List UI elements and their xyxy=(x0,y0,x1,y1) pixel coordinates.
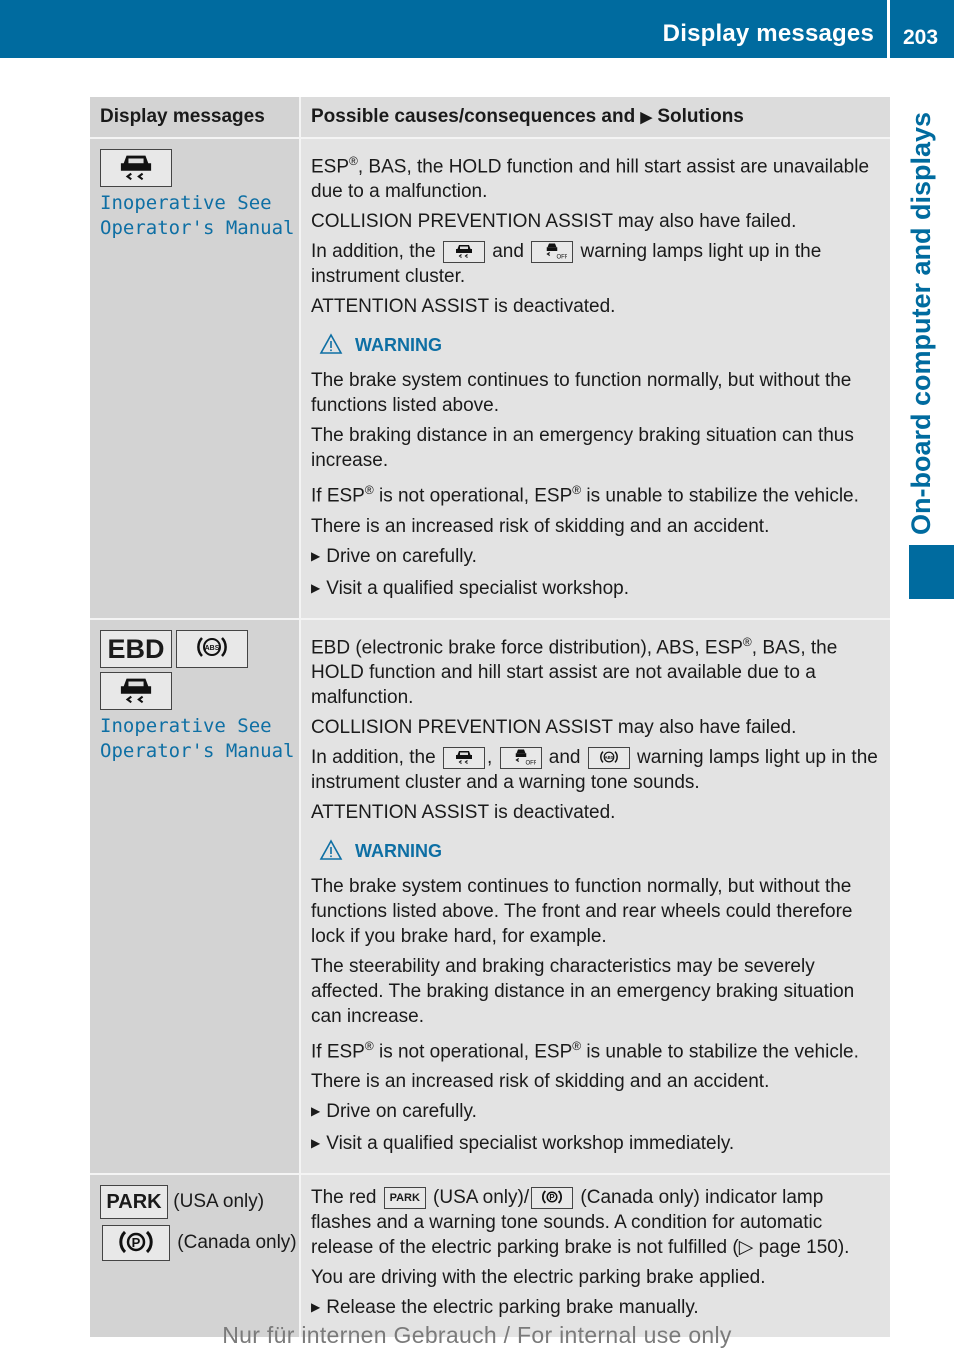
cause-text: The red PARK (USA only)/ (Canada only) i… xyxy=(311,1187,850,1259)
section-title: Display messages xyxy=(662,20,874,47)
table-row: EBD Inoperative See Operator's Manual EB… xyxy=(90,618,890,1176)
col-header-display-messages: Display messages xyxy=(90,97,300,139)
solution-step: Release the electric parking brake manua… xyxy=(311,1295,882,1322)
park-icon: PARK xyxy=(383,1187,426,1210)
warning-text: If ESP® is not operational, ESP® is unab… xyxy=(311,1038,859,1063)
park-indicator-icon: PARK xyxy=(100,1185,168,1220)
canada-only-note: (Canada only) xyxy=(177,1232,297,1254)
warning-text: If ESP® is not operational, ESP® is unab… xyxy=(311,483,859,507)
header-bar: Display messages 203 xyxy=(0,0,954,58)
message-cell: PARK (USA only) (Canada only) xyxy=(90,1174,300,1338)
warning-text: There is an increased risk of skidding a… xyxy=(311,1071,770,1093)
cause-text: ATTENTION ASSIST is deactivated. xyxy=(311,296,616,318)
cause-text: COLLISION PREVENTION ASSIST may also hav… xyxy=(311,211,797,233)
table-header: Display messages Possible causes/consequ… xyxy=(90,97,890,139)
solution-step: Drive on carefully. xyxy=(311,544,882,571)
warning-text: The braking distance in an emergency bra… xyxy=(311,425,854,472)
warning-text: The brake system continues to function n… xyxy=(311,370,852,417)
message-line: Operator's Manual xyxy=(100,739,295,762)
solution-step: Drive on carefully. xyxy=(311,1099,882,1126)
col-header-solutions-text: Solutions xyxy=(657,106,744,127)
arrow-icon: ▶ xyxy=(640,109,653,126)
esp-off-icon xyxy=(531,241,574,264)
col-header-causes: Possible causes/consequences and ▶ Solut… xyxy=(299,97,890,139)
message-cell: Inoperative See Operator's Manual xyxy=(90,138,300,620)
solution-step: Visit a qualified specialist workshop im… xyxy=(311,1131,882,1158)
warning-text: The brake system continues to function n… xyxy=(311,875,853,947)
warning-triangle-icon xyxy=(319,333,343,358)
table-row: Inoperative See Operator's Manual ESP®, … xyxy=(90,138,890,620)
esp-skid-icon xyxy=(442,746,485,769)
col-header-causes-text: Possible causes/consequences and xyxy=(311,106,636,127)
cause-text: You are driving with the electric parkin… xyxy=(311,1267,766,1289)
abs-warning-icon xyxy=(176,629,248,668)
cause-text: ATTENTION ASSIST is deactivated. xyxy=(311,801,616,823)
cause-text: In addition, the , and warning lamps lig… xyxy=(311,746,878,793)
display-messages-table: Display messages Possible causes/consequ… xyxy=(90,97,890,1338)
esp-skid-warning-icon xyxy=(100,671,172,710)
message-line: Operator's Manual xyxy=(100,217,295,239)
cause-text: EBD (electronic brake force distribution… xyxy=(311,634,838,708)
cause-text: ESP®, BAS, the HOLD function and hill st… xyxy=(311,154,870,203)
header-divider xyxy=(887,0,890,58)
abs-icon xyxy=(587,746,630,769)
warning-heading: WARNING xyxy=(319,333,882,358)
warning-text: The steerability and braking characteris… xyxy=(311,955,855,1027)
chapter-tab-label: On-board computer and displays xyxy=(906,111,936,535)
warning-triangle-icon xyxy=(319,839,343,864)
footer-watermark: Nur für internen Gebrauch / For internal… xyxy=(222,1322,732,1348)
warning-heading: WARNING xyxy=(319,839,882,864)
warning-text: There is an increased risk of skidding a… xyxy=(311,515,770,537)
message-line: Inoperative See xyxy=(100,192,272,214)
esp-off-icon xyxy=(499,746,542,769)
cause-text: COLLISION PREVENTION ASSIST may also hav… xyxy=(311,716,797,738)
parking-brake-icon xyxy=(531,1187,574,1210)
message-line: Inoperative See xyxy=(100,714,272,737)
message-cell: EBD Inoperative See Operator's Manual xyxy=(90,618,300,1176)
chapter-tab-marker xyxy=(909,545,954,599)
cause-text: In addition, the and warning lamps light… xyxy=(311,241,822,288)
causes-cell: EBD (electronic brake force distribution… xyxy=(299,618,890,1176)
causes-cell: The red PARK (USA only)/ (Canada only) i… xyxy=(299,1174,890,1338)
esp-skid-icon xyxy=(442,241,485,264)
ebd-warning-icon: EBD xyxy=(100,629,172,668)
table-row: PARK (USA only) (Canada only) The red PA… xyxy=(90,1174,890,1338)
esp-skid-warning-icon xyxy=(100,149,172,187)
page-number: 203 xyxy=(903,26,939,49)
usa-only-note: (USA only) xyxy=(173,1191,265,1213)
causes-cell: ESP®, BAS, the HOLD function and hill st… xyxy=(299,138,890,620)
parking-brake-p-icon xyxy=(102,1225,170,1262)
solution-step: Visit a qualified specialist workshop. xyxy=(311,576,882,603)
